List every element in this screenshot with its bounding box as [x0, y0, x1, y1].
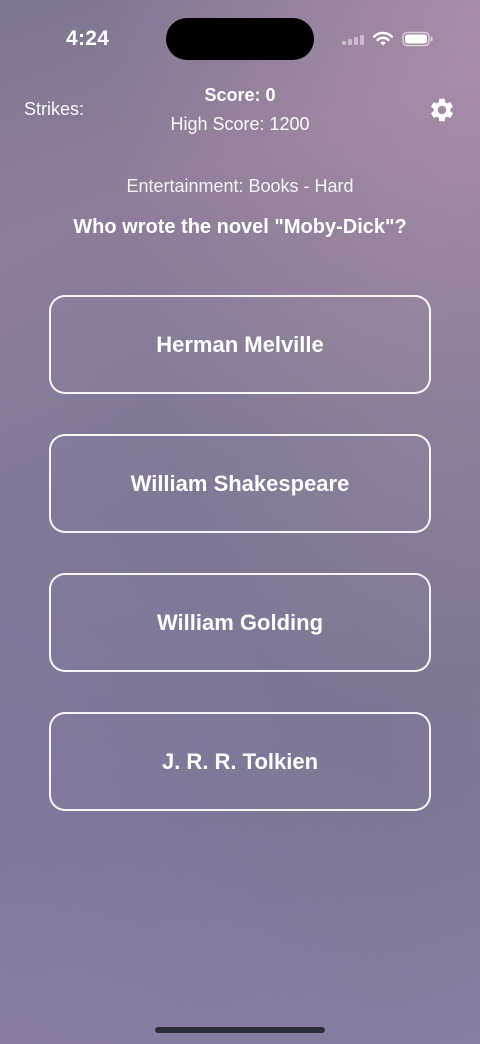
- battery-icon: [402, 31, 433, 47]
- dynamic-island: [166, 18, 314, 60]
- signal-icon: [342, 33, 364, 45]
- status-time: 4:24: [66, 27, 110, 50]
- answer-button[interactable]: William Shakespeare: [49, 434, 431, 533]
- score-block: Score: 0 High Score: 1200: [0, 84, 480, 136]
- answer-button[interactable]: J. R. R. Tolkien: [49, 712, 431, 811]
- question-text: Who wrote the novel "Moby-Dick"?: [73, 216, 407, 238]
- high-score-text: High Score: 1200: [170, 114, 310, 134]
- home-indicator[interactable]: [155, 1027, 325, 1033]
- score-text: Score: 0: [204, 85, 276, 105]
- status-bar: 4:24: [0, 0, 480, 80]
- wifi-icon: [373, 31, 393, 46]
- answer-button[interactable]: Herman Melville: [49, 295, 431, 394]
- gear-icon[interactable]: [428, 96, 456, 124]
- answer-list: Herman Melville William Shakespeare Will…: [49, 295, 431, 851]
- status-icons: [342, 29, 434, 49]
- answer-button[interactable]: William Golding: [49, 573, 431, 672]
- question-category: Entertainment: Books - Hard: [126, 176, 354, 196]
